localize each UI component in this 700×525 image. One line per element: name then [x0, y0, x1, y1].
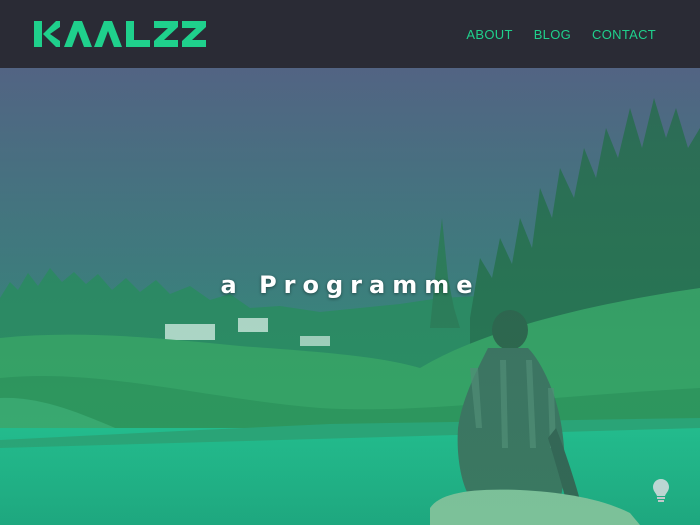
nav-blog-link[interactable]: BLOG: [534, 27, 571, 42]
hero-headline: a Programme: [220, 271, 480, 299]
kaalzz-logo[interactable]: [34, 19, 208, 49]
site-header: ABOUT BLOG CONTACT: [0, 0, 700, 68]
nav-contact-link[interactable]: CONTACT: [592, 27, 656, 42]
main-nav: ABOUT BLOG CONTACT: [466, 0, 656, 68]
lightbulb-icon[interactable]: [652, 478, 670, 504]
hero-section: a Programme: [0, 68, 700, 525]
nav-about-link[interactable]: ABOUT: [466, 27, 512, 42]
